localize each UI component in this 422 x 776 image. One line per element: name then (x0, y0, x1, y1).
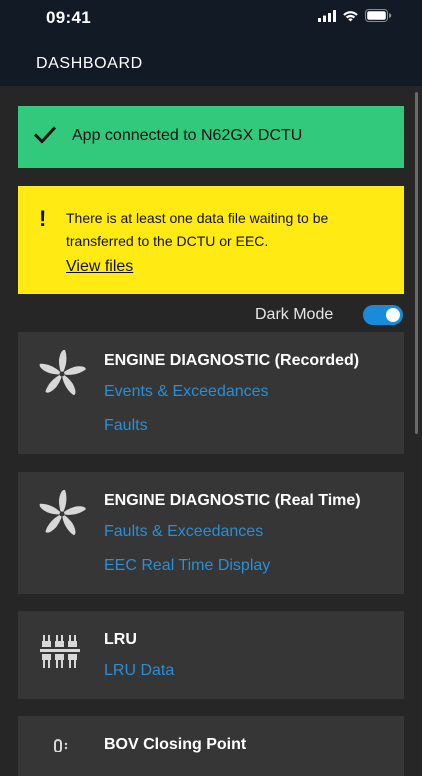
pending-files-banner: ! There is at least one data file waitin… (18, 186, 404, 294)
lru-data-link[interactable]: LRU Data (104, 662, 174, 680)
toggle-knob (386, 308, 400, 322)
wifi-icon (342, 9, 359, 27)
engine-fan-icon (36, 488, 88, 545)
engine-fan-icon (36, 348, 88, 405)
card-engine-diagnostic-recorded: ENGINE DIAGNOSTIC (Recorded) Events & Ex… (18, 332, 404, 454)
card-title: ENGINE DIAGNOSTIC (Recorded) (104, 352, 360, 369)
warning-icon: ! (39, 206, 47, 231)
page-title: DASHBOARD (36, 55, 143, 72)
top-bar: 09:41 DASHBOARD (0, 0, 422, 86)
status-icons (318, 9, 392, 27)
valve-icon (52, 738, 74, 757)
status-time: 09:41 (46, 8, 91, 27)
card-title: BOV Closing Point (104, 736, 247, 753)
pending-files-text: There is at least one data file waiting … (66, 210, 329, 249)
events-exceedances-link[interactable]: Events & Exceedances (104, 383, 269, 401)
faults-exceedances-link[interactable]: Faults & Exceedances (104, 523, 263, 541)
connector-pins-icon (40, 633, 80, 678)
card-engine-diagnostic-real-time: ENGINE DIAGNOSTIC (Real Time) Faults & E… (18, 472, 404, 594)
card-lru: LRU LRU Data (18, 611, 404, 699)
connection-status-text: App connected to N62GX DCTU (72, 127, 303, 144)
battery-icon (365, 9, 392, 27)
cellular-signal-icon (318, 9, 336, 27)
eec-real-time-display-link[interactable]: EEC Real Time Display (104, 557, 270, 575)
card-title: ENGINE DIAGNOSTIC (Real Time) (104, 492, 361, 509)
checkmark-icon (33, 126, 57, 149)
scrollbar[interactable] (415, 92, 418, 434)
card-bov-closing-point: BOV Closing Point (18, 716, 404, 776)
connection-banner: App connected to N62GX DCTU (18, 106, 404, 168)
view-files-link[interactable]: View files (66, 258, 133, 276)
dark-mode-toggle[interactable] (363, 305, 403, 325)
faults-link[interactable]: Faults (104, 417, 148, 435)
card-title: LRU (104, 631, 137, 648)
dark-mode-label: Dark Mode (255, 306, 334, 323)
